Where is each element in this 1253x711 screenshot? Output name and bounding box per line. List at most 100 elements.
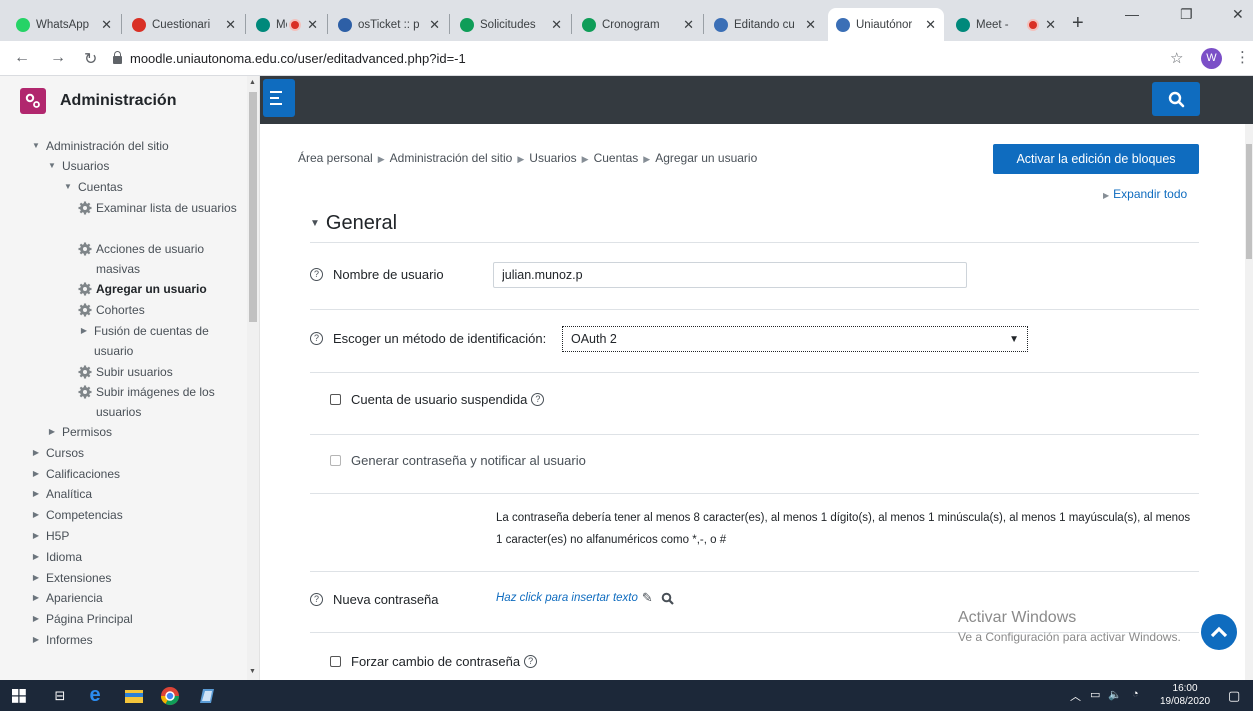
close-tab-icon[interactable]: ✕ [429, 17, 440, 33]
search-button[interactable] [1152, 82, 1200, 116]
drawer-toggle-button[interactable] [263, 79, 295, 117]
sidebar-header[interactable]: Administración [20, 88, 176, 114]
restore-button[interactable]: ❐ [1180, 6, 1193, 23]
force-change-checkbox[interactable] [330, 656, 341, 667]
file-explorer-icon[interactable] [123, 685, 145, 706]
reveal-search-icon[interactable] [661, 592, 674, 605]
help-icon[interactable]: ? [310, 332, 323, 345]
scroll-down-icon[interactable]: ▼ [249, 668, 256, 675]
back-icon[interactable]: ← [14, 49, 30, 67]
sidebar-item[interactable]: ▼ Administración del sitio [30, 136, 240, 156]
app-icon[interactable] [196, 685, 218, 706]
sidebar-item[interactable]: ▶ Analítica [30, 484, 240, 504]
breadcrumb-link[interactable]: Área personal [298, 151, 373, 165]
breadcrumb-separator-icon: ▶ [581, 154, 589, 164]
pencil-icon[interactable]: ✎ [642, 590, 653, 606]
force-change-row[interactable]: Forzar cambio de contraseña? [330, 654, 538, 669]
close-tab-icon[interactable]: ✕ [1045, 17, 1056, 33]
browser-tab[interactable]: osTicket :: p ✕ [330, 8, 448, 41]
breadcrumb-link[interactable]: Cuentas [594, 151, 639, 165]
profile-avatar[interactable]: W [1201, 48, 1222, 69]
main-scroll-thumb[interactable] [1246, 144, 1252, 259]
windows-start-icon[interactable] [10, 685, 28, 706]
moodle-icon [714, 17, 728, 32]
sidebar-item[interactable]: ▶ H5P [30, 526, 240, 546]
auth-method-select[interactable]: OAuth 2 ▼ [562, 326, 1028, 352]
close-window-button[interactable]: ✕ [1232, 6, 1244, 23]
username-label: ? Nombre de usuario [310, 267, 444, 282]
sidebar-item-label: Acciones de usuario masivas [96, 242, 205, 276]
edge-icon[interactable]: e [84, 684, 106, 706]
password-policy-text: La contraseña debería tener al menos 8 c… [496, 512, 1191, 546]
chrome-icon[interactable] [158, 685, 182, 706]
browser-tab[interactable]: Solicitudes ✕ [452, 8, 570, 41]
browser-tab[interactable]: WhatsApp ✕ [8, 8, 120, 41]
browser-tab[interactable]: Cuestionari ✕ [124, 8, 244, 41]
browser-tab[interactable]: Meet - ✕ [948, 8, 1064, 41]
sidebar-item[interactable]: ▼ Cuentas [62, 177, 240, 197]
breadcrumb-link[interactable]: Administración del sitio [390, 151, 513, 165]
browser-tab[interactable]: Uniautónor ✕ [828, 8, 944, 41]
wifi-icon[interactable]: ◔ [1132, 688, 1139, 700]
back-to-top-button[interactable] [1201, 614, 1237, 650]
new-password-field[interactable]: Haz click para insertar texto ✎ [496, 590, 674, 606]
sidebar-item[interactable]: ▶ Fusión de cuentas de usuario [78, 321, 240, 361]
suspended-checkbox[interactable] [330, 394, 341, 405]
browser-tab[interactable]: Editando cu ✕ [706, 8, 824, 41]
bookmark-star-icon[interactable]: ☆ [1170, 49, 1183, 67]
sidebar-item[interactable]: Cohortes [78, 300, 240, 320]
help-icon[interactable]: ? [531, 393, 545, 406]
suspended-checkbox-row[interactable]: Cuenta de usuario suspendida? [330, 392, 545, 407]
close-tab-icon[interactable]: ✕ [307, 17, 318, 33]
reload-icon[interactable]: ↻ [84, 49, 97, 69]
sidebar-item[interactable]: ▶ Permisos [46, 422, 240, 442]
sidebar-item[interactable]: ▶ Idioma [30, 547, 240, 567]
close-tab-icon[interactable]: ✕ [551, 17, 562, 33]
browser-menu-icon[interactable]: ⋮ [1235, 48, 1250, 66]
sidebar-item[interactable]: Subir usuarios [78, 362, 240, 382]
sidebar-item[interactable]: ▶ Extensiones [30, 568, 240, 588]
sidebar-item[interactable]: ▶ Informes [30, 630, 240, 650]
sidebar-item[interactable]: Subir imágenes de los usuarios [78, 382, 240, 422]
sidebar-scrollbar[interactable]: ▲ ▼ [247, 76, 259, 680]
expand-all-link[interactable]: ▶ Expandir todo [1103, 187, 1187, 201]
section-general-header[interactable]: ▼ General [310, 212, 397, 235]
breadcrumb-separator-icon: ▶ [517, 154, 525, 164]
tray-chevron-up-icon[interactable]: ︿ [1070, 688, 1081, 704]
network-icon[interactable]: ▭ [1090, 688, 1100, 701]
close-tab-icon[interactable]: ✕ [805, 17, 816, 33]
sidebar-item[interactable]: Agregar un usuario [78, 279, 240, 299]
help-icon[interactable]: ? [310, 268, 323, 281]
edit-blocks-button[interactable]: Activar la edición de bloques [993, 144, 1199, 174]
close-tab-icon[interactable]: ✕ [925, 17, 936, 33]
url-field[interactable]: moodle.uniautonoma.edu.co/user/editadvan… [113, 46, 1143, 70]
scroll-up-icon[interactable]: ▲ [249, 79, 256, 86]
task-view-icon[interactable]: ⊟ [50, 685, 70, 706]
breadcrumb-link[interactable]: Usuarios [529, 151, 576, 165]
sidebar-item[interactable]: ▶ Cursos [30, 443, 240, 463]
sidebar-item[interactable]: ▶ Página Principal [30, 609, 240, 629]
system-clock[interactable]: 16:00 19/08/2020 [1160, 682, 1210, 708]
sidebar-item[interactable]: ▶ Apariencia [30, 588, 240, 608]
close-tab-icon[interactable]: ✕ [225, 17, 236, 33]
sidebar-scroll-thumb[interactable] [249, 92, 257, 322]
forward-icon[interactable]: → [50, 49, 66, 67]
sidebar-item[interactable]: ▶ Calificaciones [30, 464, 240, 484]
sidebar-item[interactable]: Examinar lista de usuarios [78, 198, 240, 218]
help-icon[interactable]: ? [524, 655, 538, 668]
browser-tab[interactable]: Cronogram ✕ [574, 8, 702, 41]
sidebar-item[interactable]: ▶ Competencias [30, 505, 240, 525]
sidebar-item[interactable]: ▼ Usuarios [46, 156, 240, 176]
browser-tab[interactable]: Meet - ✕ [248, 8, 326, 41]
main-scrollbar[interactable] [1245, 124, 1253, 680]
sidebar-item[interactable]: Acciones de usuario masivas [78, 239, 240, 279]
help-icon[interactable]: ? [310, 593, 323, 606]
volume-icon[interactable]: 🔈 [1108, 688, 1122, 701]
new-tab-button[interactable]: + [1072, 12, 1084, 35]
minimize-button[interactable]: — [1125, 6, 1139, 22]
username-input[interactable] [493, 262, 967, 288]
close-tab-icon[interactable]: ✕ [101, 17, 112, 33]
close-tab-icon[interactable]: ✕ [683, 17, 694, 33]
notifications-icon[interactable]: ▢ [1228, 688, 1240, 704]
sidebar-item-label: Extensiones [46, 571, 112, 585]
